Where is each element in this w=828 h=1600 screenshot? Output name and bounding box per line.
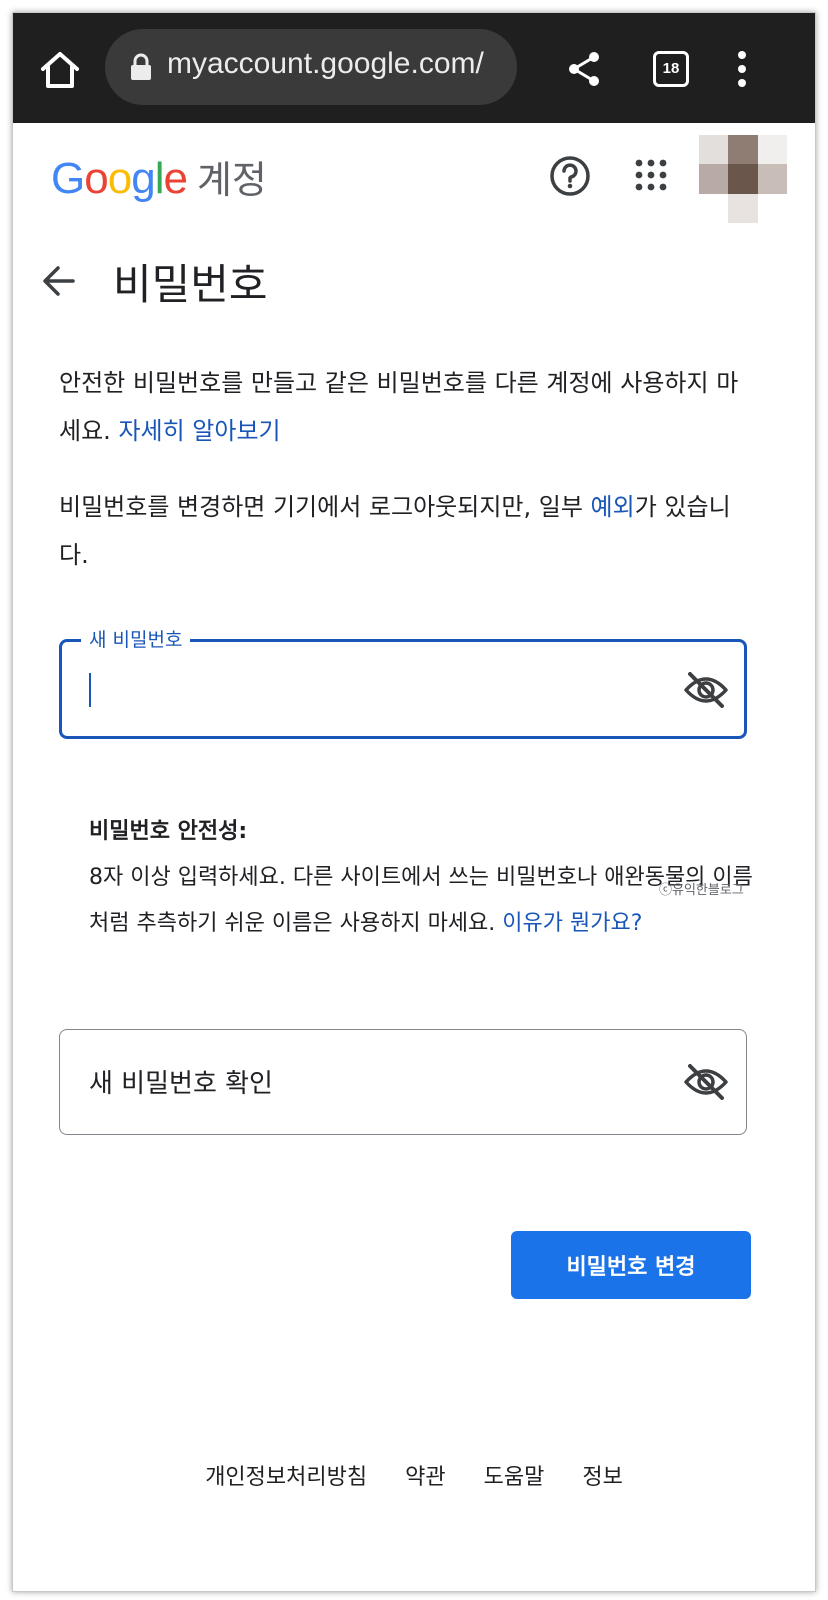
google-logo-wordmark: Google	[51, 154, 188, 203]
footer-links: 개인정보처리방침 약관 도움말 정보	[13, 1459, 815, 1491]
footer-link-help[interactable]: 도움말	[484, 1459, 545, 1491]
password-strength-text: 8자 이상 입력하세요. 다른 사이트에서 쓰는 비밀번호나 애완동물의 이름처…	[89, 855, 757, 947]
more-vert-icon[interactable]	[735, 49, 749, 89]
learn-more-link[interactable]: 자세히 알아보기	[118, 417, 280, 445]
browser-toolbar: myaccount.google.com/ 18	[13, 13, 815, 123]
account-product-label: 계정	[196, 160, 267, 202]
text-caret	[89, 673, 91, 707]
logo-letter: G	[51, 154, 85, 203]
share-icon[interactable]	[567, 51, 601, 87]
apps-icon[interactable]	[635, 159, 667, 191]
help-icon[interactable]	[549, 155, 591, 197]
visibility-off-icon[interactable]	[683, 1062, 729, 1102]
intro-paragraph: 안전한 비밀번호를 만들고 같은 비밀번호를 다른 계정에 사용하지 마세요. …	[59, 359, 759, 455]
logo-letter: g	[131, 154, 156, 203]
password-strength-body: 8자 이상 입력하세요. 다른 사이트에서 쓰는 비밀번호나 애완동물의 이름처…	[89, 865, 753, 936]
url-text: myaccount.google.com/	[167, 47, 484, 80]
url-bar[interactable]: myaccount.google.com/	[105, 29, 517, 105]
confirm-password-placeholder: 새 비밀번호 확인	[89, 1069, 273, 1099]
logout-notice-text: 비밀번호를 변경하면 기기에서 로그아웃되지만, 일부	[59, 493, 591, 521]
why-link[interactable]: 이유가 뭔가요?	[502, 911, 642, 936]
logo-letter: e	[163, 154, 188, 203]
exceptions-link[interactable]: 예외	[591, 493, 635, 521]
lock-icon	[131, 53, 151, 80]
new-password-label: 새 비밀번호	[81, 625, 191, 652]
phone-screen: myaccount.google.com/ 18 Google 계정 비밀번호 …	[12, 12, 816, 1592]
footer-link-about[interactable]: 정보	[582, 1459, 622, 1491]
home-icon[interactable]	[37, 47, 83, 93]
logout-notice-paragraph: 비밀번호를 변경하면 기기에서 로그아웃되지만, 일부 예외가 있습니다.	[59, 483, 759, 579]
password-strength-heading: 비밀번호 안전성:	[89, 819, 248, 844]
back-arrow-icon[interactable]	[41, 263, 77, 299]
page-title: 비밀번호	[113, 260, 268, 309]
avatar[interactable]	[699, 135, 787, 223]
logo-letter: o	[84, 154, 109, 203]
new-password-field[interactable]	[59, 639, 747, 739]
logo-letter: o	[107, 154, 133, 203]
watermark: ⓒ유익한블로그	[659, 883, 744, 898]
visibility-off-icon[interactable]	[683, 670, 729, 710]
footer-link-terms[interactable]: 약관	[405, 1459, 445, 1491]
google-account-logo[interactable]: Google 계정	[51, 149, 267, 204]
tab-switcher-button[interactable]: 18	[653, 51, 689, 87]
change-password-button[interactable]: 비밀번호 변경	[511, 1231, 751, 1299]
footer-link-privacy[interactable]: 개인정보처리방침	[205, 1459, 367, 1491]
